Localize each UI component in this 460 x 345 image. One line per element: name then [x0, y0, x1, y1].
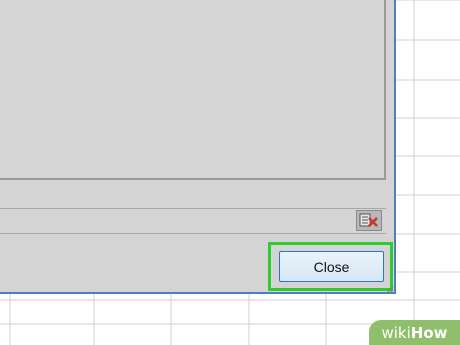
watermark-how: How — [410, 323, 448, 342]
wikihow-watermark: wiki How — [369, 320, 460, 345]
watermark-wiki: wiki — [381, 323, 411, 342]
close-button[interactable]: Close — [279, 251, 384, 282]
dialog-window: Close — [0, 0, 396, 294]
resize-grip-icon[interactable] — [384, 284, 394, 294]
find-delete-icon[interactable] — [356, 210, 382, 231]
dialog-list-area[interactable] — [0, 0, 386, 180]
dialog-status-strip — [0, 208, 386, 234]
